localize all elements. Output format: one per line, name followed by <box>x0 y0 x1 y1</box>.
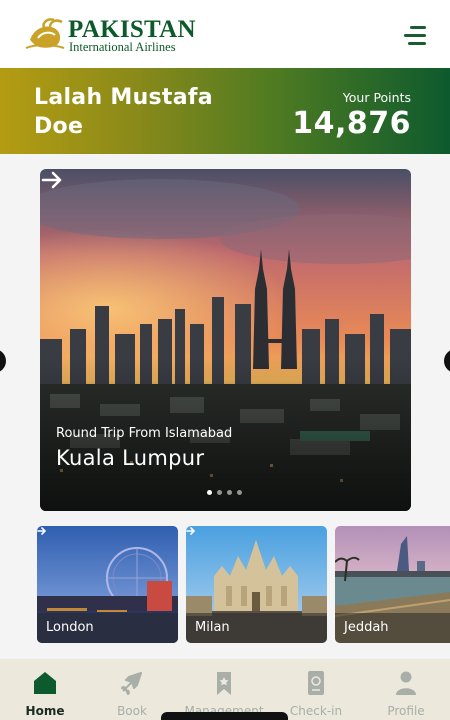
pia-logo[interactable]: PAKISTAN International Airlines <box>24 16 196 56</box>
points-label: Your Points <box>342 90 411 105</box>
carousel-dot[interactable] <box>207 490 212 495</box>
carousel-edge-right <box>444 349 450 373</box>
arrow-right-icon[interactable] <box>40 169 64 191</box>
tab-check-in[interactable]: Check-in <box>271 659 361 720</box>
destination-name: Milan <box>195 620 230 635</box>
brand-tagline: International Airlines <box>69 40 176 54</box>
hero-destination-title: Kuala Lumpur <box>56 446 205 470</box>
tab-home[interactable]: Home <box>0 659 90 720</box>
tab-profile[interactable]: Profile <box>361 659 450 720</box>
destination-card-london[interactable]: London <box>37 526 178 643</box>
user-name: Lalah Mustafa Doe <box>34 85 213 139</box>
tab-label: Profile <box>387 704 425 718</box>
hero-subtitle: Round Trip From Islamabad <box>56 426 233 441</box>
tab-book[interactable]: Book <box>87 659 177 720</box>
destination-card-milan[interactable]: Milan <box>186 526 327 643</box>
home-indicator <box>161 712 288 720</box>
destination-card-jeddah[interactable]: Jeddah <box>335 526 450 643</box>
loyalty-banner: Lalah Mustafa Doe Your Points 14,876 <box>0 68 450 154</box>
hamburger-menu-icon[interactable] <box>402 26 426 46</box>
carousel-dot[interactable] <box>227 490 232 495</box>
destination-name: Jeddah <box>344 620 389 635</box>
carousel-dot[interactable] <box>217 490 222 495</box>
arrow-right-icon[interactable] <box>186 526 196 536</box>
home-icon <box>34 672 56 694</box>
carousel-dot[interactable] <box>237 490 242 495</box>
pia-markhor-icon <box>25 18 65 49</box>
top-bar: PAKISTAN International Airlines <box>0 0 450 68</box>
tab-management[interactable]: Management <box>179 659 269 720</box>
boarding-pass-icon <box>308 671 324 695</box>
carousel-edge-left <box>0 349 6 373</box>
bottom-tab-bar: Home Book Management Check-in Profile <box>0 659 450 720</box>
airplane-icon <box>121 672 142 695</box>
person-icon <box>396 671 416 695</box>
hero-destination-card[interactable]: Round Trip From Islamabad Kuala Lumpur <box>40 169 411 511</box>
tab-label: Home <box>25 704 65 718</box>
points-value: 14,876 <box>292 106 411 141</box>
bookmark-icon <box>217 672 231 695</box>
destination-name: London <box>46 620 94 635</box>
arrow-right-icon[interactable] <box>37 526 47 536</box>
